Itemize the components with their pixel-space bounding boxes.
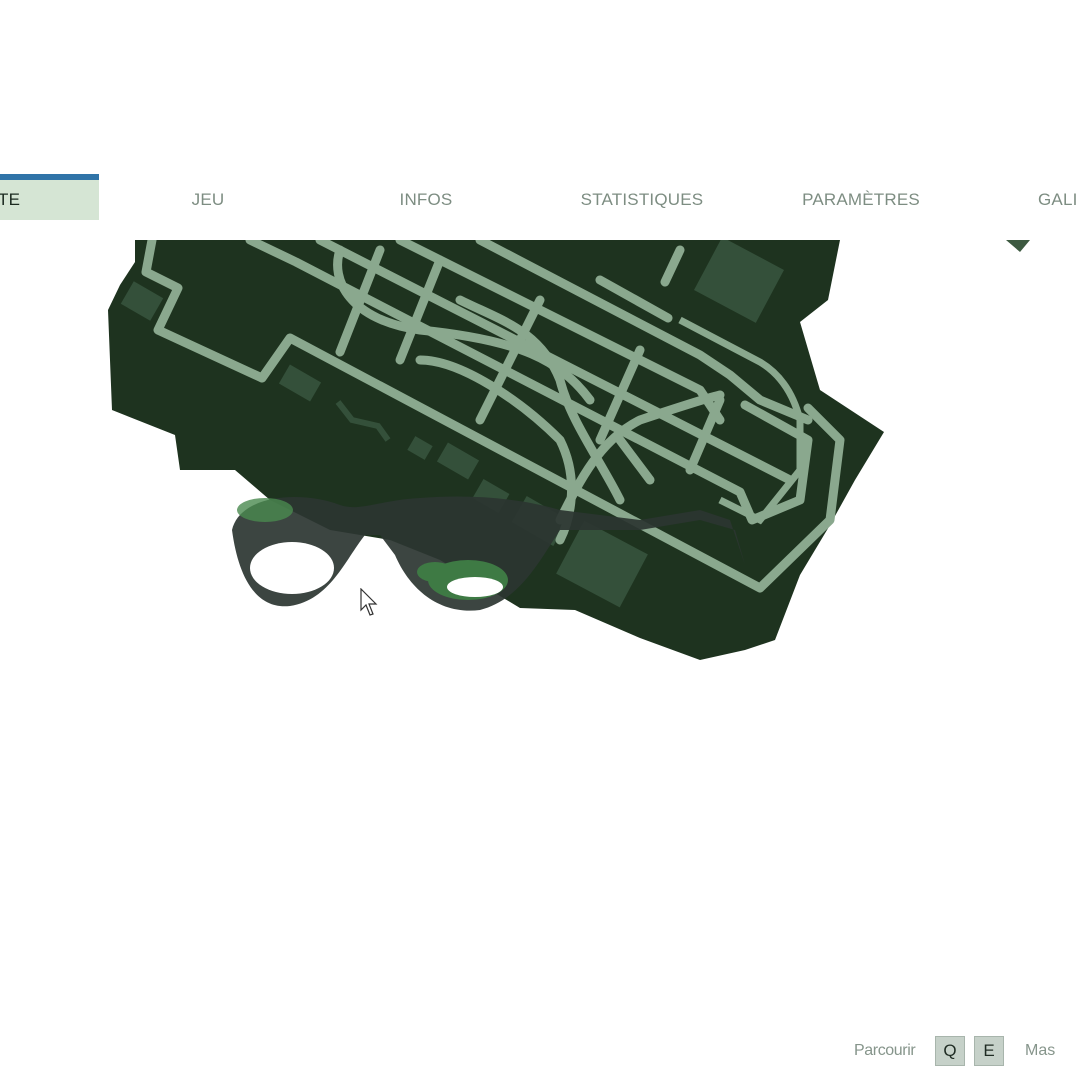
browse-hint-label: Parcourir — [854, 1042, 916, 1059]
key-q-button[interactable]: Q — [935, 1036, 965, 1066]
controls-hint-bar: Parcourir Q E Mas — [850, 1036, 1080, 1066]
menu-tab-bar: TE JEU INFOS STATISTIQUES PARAMÈTRES GAL… — [0, 174, 1080, 220]
map-islet — [1006, 240, 1030, 252]
map-view[interactable] — [0, 240, 1080, 680]
tab-infos[interactable]: INFOS — [376, 180, 476, 220]
map-canvas — [108, 240, 1030, 660]
tab-statistiques[interactable]: STATISTIQUES — [562, 180, 722, 220]
mouse-cursor-icon — [360, 588, 378, 616]
tab-carte[interactable]: TE — [0, 174, 99, 220]
tab-jeu[interactable]: JEU — [158, 180, 258, 220]
tab-carte-label: TE — [0, 190, 21, 209]
tab-galerie[interactable]: GALI — [1030, 180, 1080, 220]
key-e-button[interactable]: E — [974, 1036, 1004, 1066]
more-hint-label: Mas — [1025, 1042, 1056, 1059]
tab-parametres[interactable]: PARAMÈTRES — [786, 180, 936, 220]
